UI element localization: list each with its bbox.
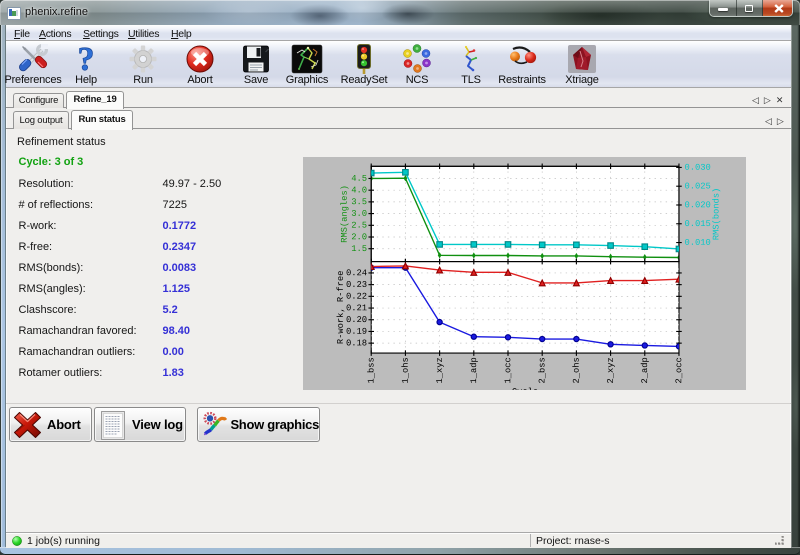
svg-text:?: ? bbox=[78, 43, 95, 75]
